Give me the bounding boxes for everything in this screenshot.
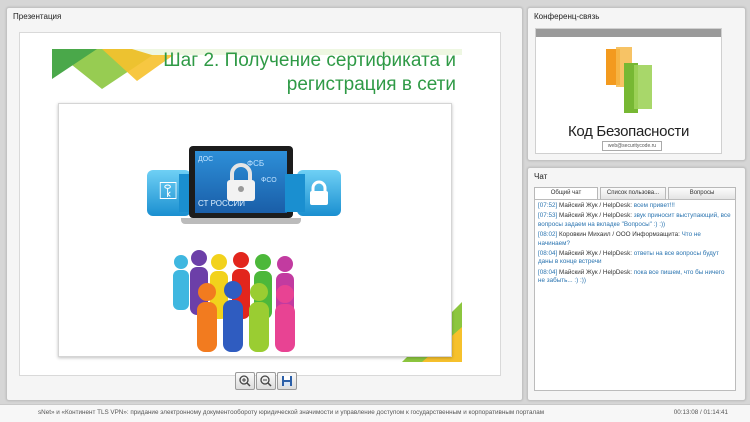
chat-message: [08:02] Коровкин Михаил / ООО Информзащи…: [538, 231, 701, 247]
slide-logo-text: Код безопасности: [412, 343, 442, 347]
zoom-in-icon: [239, 375, 251, 387]
playback-timer: 00:13:08 / 01:14:41: [673, 409, 728, 416]
conference-panel-title: Конференц-связь: [534, 12, 600, 21]
presentation-panel: Презентация Шаг 2. Получение сертификата…: [6, 7, 523, 401]
key-icon: ⚿: [159, 178, 178, 205]
chat-message: [07:53] Майский Жук / HelpDesk: звук при…: [538, 212, 731, 228]
figure-lime-front: [249, 283, 269, 352]
people-illustration: [173, 250, 295, 352]
padlock-icon: [227, 163, 255, 201]
screen-word-3: ФСО: [261, 177, 277, 184]
footer-bar: sNet» и «Континент TLS VPN»: придание эл…: [0, 404, 750, 422]
video-top-bar: [536, 29, 721, 37]
slide-title: Шаг 2. Получение сертификата и регистрац…: [163, 50, 456, 95]
screen-word-1: ДОС: [198, 156, 214, 163]
figure-cyan: [173, 255, 189, 310]
zoom-out-icon: [260, 375, 272, 387]
webinar-title: sNet» и «Континент TLS VPN»: придание эл…: [38, 409, 545, 416]
company-url: web@securitycode.ru: [602, 141, 662, 151]
chat-panel-title: Чат: [534, 172, 548, 181]
presentation-panel-title: Презентация: [13, 12, 62, 21]
figure-blue-front: [223, 281, 243, 352]
chat-message: [07:52] Майский Жук / HelpDesk: всем при…: [538, 202, 675, 209]
chat-message: [08:04] Майский Жук / HelpDesk: пока все…: [538, 268, 725, 285]
company-logo-icon: [606, 47, 652, 113]
chat-log[interactable]: [07:52] Майский Жук / HelpDesk: всем при…: [534, 199, 736, 391]
video-window: Код Безопасности web@securitycode.ru: [535, 28, 722, 154]
lock-icon: [310, 180, 328, 205]
laptop-base: [181, 218, 301, 224]
tab-general-chat[interactable]: Общий чат: [534, 187, 598, 199]
chat-tabs: Общий чат Список пользова... Вопросы: [534, 187, 736, 199]
slide-logo: Код безопасности: [407, 330, 447, 352]
zoom-out-button[interactable]: [256, 372, 276, 390]
chat-panel: Чат Общий чат Список пользова... Вопросы…: [527, 167, 746, 401]
laptop-screen: ДОС ФСБ ФСО СТ РОССИИ: [195, 151, 287, 213]
chat-message: [08:04] Майский Жук / HelpDesk: ответы н…: [538, 250, 719, 266]
company-logo-text: Код Безопасности: [567, 123, 690, 140]
certificate-card-right: [285, 174, 305, 212]
tab-user-list[interactable]: Список пользова...: [600, 187, 666, 199]
save-icon: [282, 376, 292, 386]
figure-orange-front: [197, 283, 217, 352]
conference-panel: Конференц-связь Код Безопасности web@sec…: [527, 7, 746, 161]
zoom-in-button[interactable]: [235, 372, 255, 390]
slide-logo-icon: [421, 330, 433, 342]
save-button[interactable]: [277, 372, 297, 390]
figure-pink-front: [275, 285, 295, 352]
slide-viewer: Шаг 2. Получение сертификата и регистрац…: [19, 32, 501, 376]
slide-picture: ⚿ ДОС ФСБ ФСО СТ РОССИИ Код безопасности: [58, 103, 452, 357]
slide: Шаг 2. Получение сертификата и регистрац…: [52, 49, 462, 362]
tab-questions[interactable]: Вопросы: [668, 187, 736, 199]
